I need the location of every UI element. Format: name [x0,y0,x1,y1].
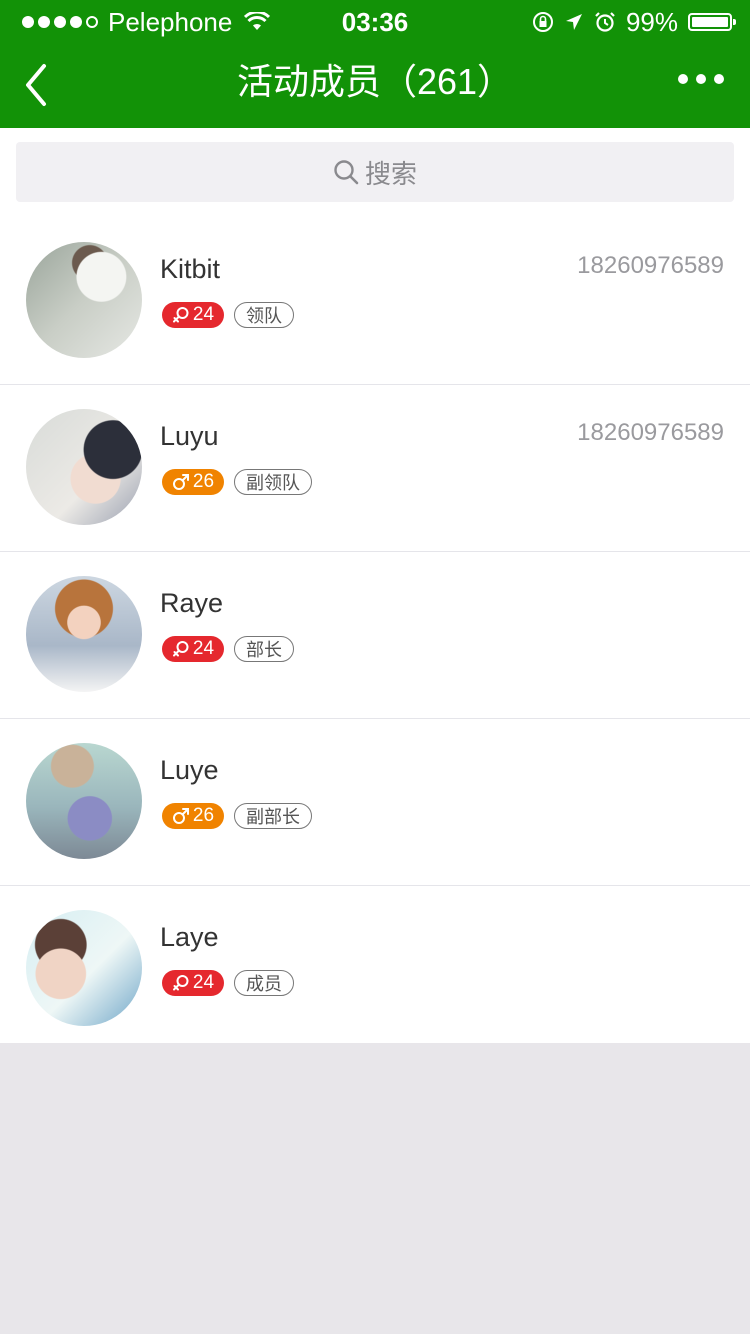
member-name: Luye [160,755,219,785]
status-bar: Pelephone 03:36 99% [0,0,750,44]
member-tags: 26 副部长 [162,803,312,829]
member-row[interactable]: Luye 26 副部长 [0,719,750,886]
search-placeholder: 搜索 [364,158,417,189]
role-tag: 成员 [234,970,294,996]
page-title: 活动成员（261） [236,61,514,102]
more-icon [678,74,688,84]
avatar[interactable] [26,910,142,1026]
member-tags: 26 副领队 [162,469,312,495]
female-icon [172,641,189,657]
role-tag: 副领队 [234,469,312,495]
member-list-panel: 搜索 Kitbit 18260976589 24 领队 Luyu 18260976589 2… [0,128,750,1043]
gender-age-badge: 26 [162,469,224,495]
member-age: 24 [192,638,215,659]
member-name: Kitbit [160,254,221,284]
member-row[interactable]: Raye 24 部长 [0,552,750,719]
member-age: 26 [192,805,215,826]
member-row[interactable]: Luyu 18260976589 26 副领队 [0,385,750,552]
battery-percent: 99% [625,7,678,37]
alarm-icon [595,12,615,32]
location-icon [565,14,582,30]
role-tag: 领队 [234,302,294,328]
member-list: Kitbit 18260976589 24 领队 Luyu 18260976589 26 副领… [0,218,750,1053]
battery-icon [688,13,736,31]
more-button[interactable] [678,74,724,84]
gender-age-badge: 24 [162,302,224,328]
member-tags: 24 成员 [162,970,294,996]
avatar[interactable] [26,743,142,859]
member-tags: 24 部长 [162,636,294,662]
member-phone[interactable]: 18260976589 [577,419,724,447]
member-row[interactable]: Laye 24 成员 [0,886,750,1053]
avatar[interactable] [26,242,142,358]
header-bar: Pelephone 03:36 99% 活动成员（261） [0,0,750,128]
navigation-bar: 活动成员（261） [0,44,750,128]
member-name: Luyu [160,421,219,451]
member-tags: 24 领队 [162,302,294,328]
male-icon [172,808,189,824]
female-icon [172,975,189,991]
search-icon [334,160,359,185]
avatar[interactable] [26,409,142,525]
avatar[interactable] [26,576,142,692]
search-bar[interactable]: 搜索 [16,142,734,202]
member-phone[interactable]: 18260976589 [577,252,724,280]
member-age: 24 [192,304,215,325]
member-age: 26 [192,471,215,492]
orientation-lock-icon [532,12,553,32]
role-tag: 副部长 [234,803,312,829]
member-name: Raye [160,588,224,618]
gender-age-badge: 26 [162,803,224,829]
member-name: Laye [160,922,219,952]
gender-age-badge: 24 [162,636,224,662]
member-row[interactable]: Kitbit 18260976589 24 领队 [0,218,750,385]
role-tag: 部长 [234,636,294,662]
member-age: 24 [192,972,215,993]
female-icon [172,307,189,323]
gender-age-badge: 24 [162,970,224,996]
male-icon [172,474,189,490]
